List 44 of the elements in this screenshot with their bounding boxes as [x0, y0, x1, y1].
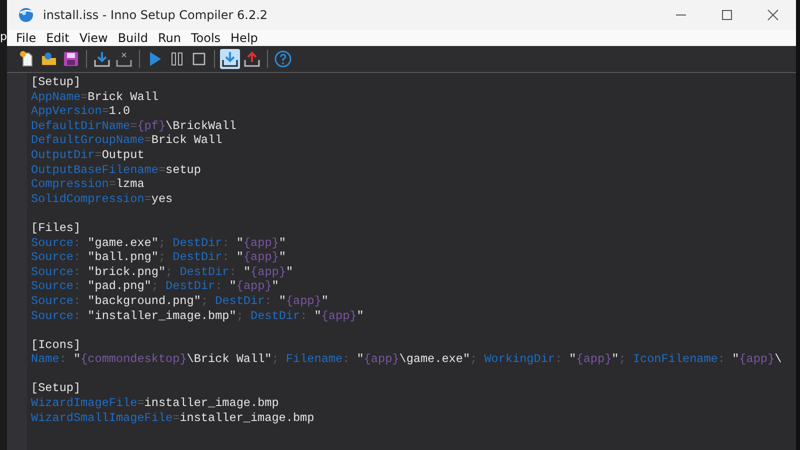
code-line: Source: "pad.png"; DestDir: "{app}" [31, 279, 279, 294]
code-line: OutputDir=Output [31, 148, 144, 163]
code-line: DefaultDirName={pf}\BrickWall [31, 118, 236, 134]
code-line: WizardSmallImageFile=installer_image.bmp [31, 410, 314, 426]
code-line: OutputBaseFilename=setup [31, 162, 201, 178]
menu-item[interactable]: Run [152, 30, 186, 46]
code-line: DefaultGroupName=Brick Wall [31, 133, 222, 148]
code-line: Source: "background.png"; DestDir: "{app}" [31, 294, 328, 308]
toolbar-uninstall-button[interactable] [242, 49, 262, 69]
help-icon [274, 50, 292, 68]
toolbar-save-button[interactable] [61, 49, 81, 69]
tray-arrow-down-icon [221, 50, 239, 68]
menu-item[interactable]: Tools [186, 30, 226, 46]
code-line: Source: "ball.png"; DestDir: "{app}" [31, 250, 286, 265]
window-title: install.iss - Inno Setup Compiler 6.2.2 [43, 8, 268, 22]
tray-arrow-up-icon [243, 50, 261, 68]
tray-x-icon [115, 50, 133, 68]
menu-item[interactable]: Build [112, 30, 153, 46]
open-folder-icon [40, 50, 58, 68]
menu-item[interactable]: File [11, 30, 42, 46]
code-line: AppName=Brick Wall [31, 90, 158, 104]
toolbar-compile-button[interactable] [92, 49, 112, 69]
code-line: [Files] [31, 220, 81, 236]
code-line: WizardImageFile=installer_image.bmp [31, 396, 279, 411]
menu-item[interactable]: View [74, 30, 113, 46]
desktop-text-fragment: p [0, 30, 7, 44]
app-globe-icon [17, 7, 35, 23]
code-line: Name: "{commondesktop}\Brick Wall"; Filename: "{app}\game.exe"; WorkingDir: "{app}"; IconFilename: "{app}\ [31, 352, 782, 367]
code-line: SolidCompression=yes [31, 192, 173, 206]
code-line: Source: "installer_image.bmp"; DestDir: "{app}" [31, 308, 364, 324]
menu-item[interactable]: Help [226, 30, 263, 46]
code-line: Source: "brick.png"; DestDir: "{app}" [31, 264, 294, 280]
stop-icon [190, 50, 208, 68]
toolbar-install-button[interactable] [220, 49, 240, 69]
save-icon [62, 50, 80, 68]
code-line: Source: "game.exe"; DestDir: "{app}" [31, 236, 286, 250]
code-line: Compression=lzma [31, 177, 144, 192]
code-line: [Icons] [31, 338, 81, 352]
menu-item[interactable]: Edit [41, 30, 74, 46]
code-line: AppVersion=1.0 [31, 104, 130, 119]
code-line: [Setup] [31, 381, 81, 396]
tray-arrow-down-icon [93, 50, 111, 68]
code-line: [Setup] [31, 75, 81, 90]
toolbar-help-button[interactable] [273, 49, 293, 69]
